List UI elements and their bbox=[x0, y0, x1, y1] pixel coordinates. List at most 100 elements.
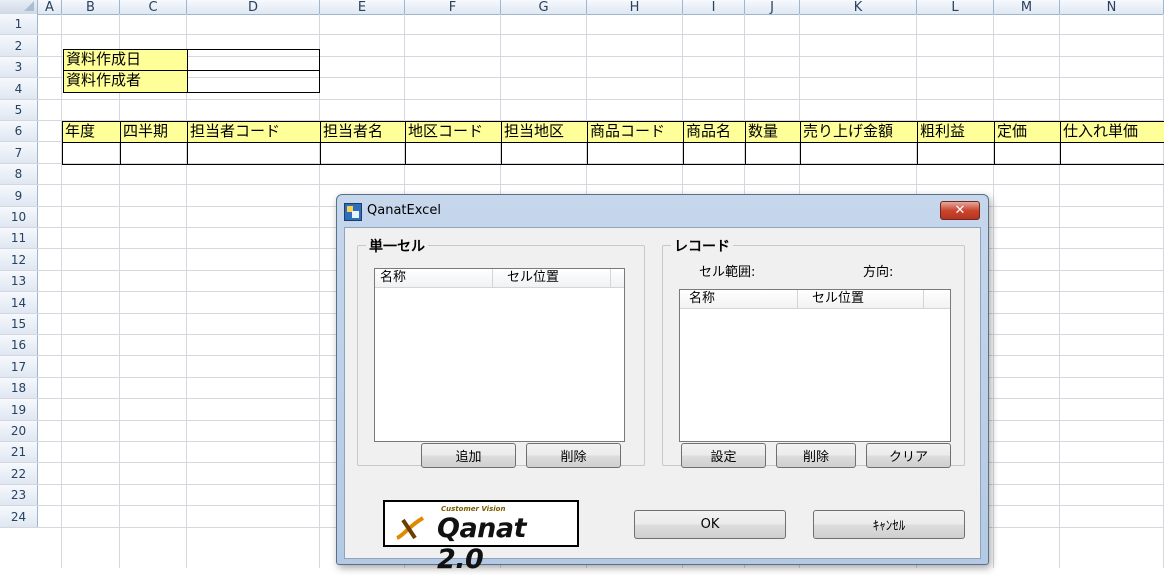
column-header-cell-position[interactable]: セル位置 bbox=[493, 269, 611, 287]
data-cell[interactable] bbox=[187, 142, 321, 165]
row-header-6[interactable]: 6 bbox=[0, 121, 38, 142]
dialog-titlebar[interactable]: QanatExcel ✕ bbox=[337, 195, 988, 229]
cancel-button[interactable]: ｷｬﾝｾﾙ bbox=[813, 510, 965, 539]
column-header-f[interactable]: F bbox=[405, 0, 501, 15]
record-group: レコード セル範囲: 方向: 名称 セル位置 設定 削除 クリア bbox=[662, 236, 965, 468]
record-list-header: 名称 セル位置 bbox=[680, 290, 950, 309]
column-header-b[interactable]: B bbox=[62, 0, 120, 15]
header-cell[interactable]: 数量 bbox=[745, 121, 801, 143]
row-header-13[interactable]: 13 bbox=[0, 271, 38, 292]
qanat-logo-mark-icon bbox=[396, 516, 425, 540]
column-header-e[interactable]: E bbox=[320, 0, 405, 15]
column-header-c[interactable]: C bbox=[120, 0, 187, 15]
row-header-10[interactable]: 10 bbox=[0, 207, 38, 228]
add-button[interactable]: 追加 bbox=[421, 443, 516, 468]
row-header-1[interactable]: 1 bbox=[0, 14, 38, 35]
qanat-logo: Customer Vision Qanat 2.0 bbox=[383, 500, 579, 575]
data-cell[interactable] bbox=[683, 142, 746, 165]
column-header-n[interactable]: N bbox=[1060, 0, 1164, 15]
data-cell[interactable] bbox=[800, 142, 918, 165]
doc-date-label-cell[interactable]: 資料作成日 bbox=[63, 49, 188, 71]
data-cell[interactable] bbox=[405, 142, 502, 165]
row-header-11[interactable]: 11 bbox=[0, 228, 38, 249]
single-cell-list[interactable]: 名称 セル位置 bbox=[374, 268, 625, 442]
header-cell[interactable]: 担当者コード bbox=[187, 121, 321, 143]
record-group-label: レコード bbox=[671, 236, 733, 256]
column-header-m[interactable]: M bbox=[994, 0, 1060, 15]
row-header-22[interactable]: 22 bbox=[0, 463, 38, 485]
data-cell[interactable] bbox=[62, 142, 121, 165]
header-cell[interactable]: 商品名 bbox=[683, 121, 746, 143]
single-cell-delete-button[interactable]: 削除 bbox=[526, 443, 621, 468]
close-button[interactable]: ✕ bbox=[940, 201, 980, 220]
column-header-cell-position[interactable]: セル位置 bbox=[798, 290, 924, 308]
data-cell[interactable] bbox=[994, 142, 1061, 165]
header-cell[interactable]: 粗利益 bbox=[917, 121, 995, 143]
logo-subtitle: Customer Vision bbox=[441, 505, 506, 513]
header-cell[interactable]: 商品コード bbox=[587, 121, 684, 143]
row-header-9[interactable]: 9 bbox=[0, 185, 38, 207]
row-header-18[interactable]: 18 bbox=[0, 378, 38, 399]
column-header-i[interactable]: I bbox=[683, 0, 745, 15]
row-header-17[interactable]: 17 bbox=[0, 356, 38, 378]
column-header-name[interactable]: 名称 bbox=[375, 269, 493, 287]
data-cell[interactable] bbox=[917, 142, 995, 165]
data-cell[interactable] bbox=[501, 142, 588, 165]
record-list[interactable]: 名称 セル位置 bbox=[679, 289, 951, 442]
header-cell[interactable]: 年度 bbox=[62, 121, 121, 143]
row-header-15[interactable]: 15 bbox=[0, 314, 38, 335]
ok-button[interactable]: OK bbox=[634, 510, 786, 539]
row-header-8[interactable]: 8 bbox=[0, 164, 38, 185]
row-header-3[interactable]: 3 bbox=[0, 57, 38, 78]
set-button[interactable]: 設定 bbox=[681, 443, 766, 468]
row-header-23[interactable]: 23 bbox=[0, 485, 38, 506]
doc-author-value-cell[interactable] bbox=[187, 70, 320, 93]
dialog-body: 単一セル 名称 セル位置 追加 削除 レコード セル範囲: 方向: 名称 セル位… bbox=[344, 227, 981, 575]
header-cell[interactable]: 地区コード bbox=[405, 121, 502, 143]
row-header-16[interactable]: 16 bbox=[0, 335, 38, 356]
row-header-4[interactable]: 4 bbox=[0, 78, 38, 100]
header-cell[interactable]: 仕入れ単価 bbox=[1060, 121, 1164, 143]
single-cell-group: 単一セル 名称 セル位置 追加 削除 bbox=[357, 236, 645, 468]
row-header-14[interactable]: 14 bbox=[0, 292, 38, 314]
app-icon bbox=[344, 203, 362, 221]
row-header-20[interactable]: 20 bbox=[0, 421, 38, 442]
row-header-12[interactable]: 12 bbox=[0, 249, 38, 271]
header-cell[interactable]: 四半期 bbox=[120, 121, 188, 143]
column-header-h[interactable]: H bbox=[587, 0, 683, 15]
single-cell-group-label: 単一セル bbox=[366, 236, 428, 256]
direction-label: 方向: bbox=[863, 265, 894, 280]
single-cell-list-header: 名称 セル位置 bbox=[375, 269, 624, 288]
row-header-21[interactable]: 21 bbox=[0, 442, 38, 463]
cell-range-label: セル範囲: bbox=[699, 265, 756, 280]
data-cell[interactable] bbox=[587, 142, 684, 165]
header-cell[interactable]: 定価 bbox=[994, 121, 1061, 143]
header-cell[interactable]: 担当地区 bbox=[501, 121, 588, 143]
row-header-2[interactable]: 2 bbox=[0, 35, 38, 57]
qanatexcel-dialog: QanatExcel ✕ 単一セル 名称 セル位置 追加 削除 レコード セル範… bbox=[336, 194, 989, 575]
column-header-name[interactable]: 名称 bbox=[680, 290, 798, 308]
data-cell[interactable] bbox=[1060, 142, 1164, 165]
column-header-a[interactable]: A bbox=[38, 0, 62, 15]
doc-author-label-cell[interactable]: 資料作成者 bbox=[63, 70, 188, 93]
column-header-d[interactable]: D bbox=[187, 0, 320, 15]
data-cell[interactable] bbox=[745, 142, 801, 165]
row-header-7[interactable]: 7 bbox=[0, 142, 38, 164]
dialog-title: QanatExcel bbox=[367, 203, 441, 218]
record-delete-button[interactable]: 削除 bbox=[776, 443, 856, 468]
clear-button[interactable]: クリア bbox=[866, 443, 951, 468]
select-all-corner[interactable] bbox=[0, 0, 38, 15]
column-header-l[interactable]: L bbox=[917, 0, 994, 15]
header-cell[interactable]: 売り上げ金額 bbox=[800, 121, 918, 143]
row-header-19[interactable]: 19 bbox=[0, 399, 38, 421]
row-header-5[interactable]: 5 bbox=[0, 100, 38, 121]
header-cell[interactable]: 担当者名 bbox=[320, 121, 406, 143]
column-header-j[interactable]: J bbox=[745, 0, 800, 15]
row-header-24[interactable]: 24 bbox=[0, 506, 38, 528]
column-header-k[interactable]: K bbox=[800, 0, 917, 15]
data-cell[interactable] bbox=[320, 142, 406, 165]
column-header-g[interactable]: G bbox=[501, 0, 587, 15]
logo-title: Qanat 2.0 bbox=[437, 513, 527, 575]
data-cell[interactable] bbox=[120, 142, 188, 165]
doc-date-value-cell[interactable] bbox=[187, 49, 320, 71]
